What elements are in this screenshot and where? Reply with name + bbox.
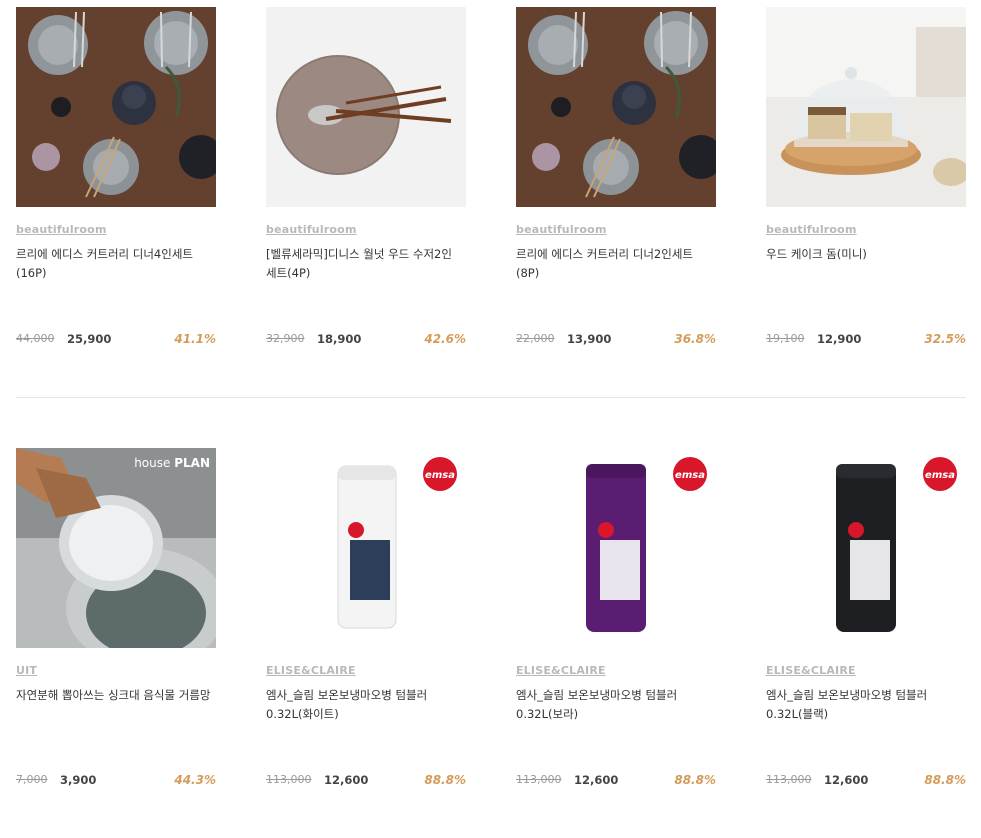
discount-rate: 36.8% [674, 332, 716, 346]
discount-rate: 44.3% [174, 773, 216, 787]
product-card[interactable]: emsa ELISE&CLAIRE 엠사_슬림 보온보냉마오병 텀블러 0.32… [516, 448, 716, 798]
product-name[interactable]: 르리에 에디스 커트러리 디너2인세트 (8P) [516, 245, 716, 283]
sale-price: 18,900 [317, 332, 362, 346]
sale-price: 12,900 [817, 332, 862, 346]
sale-price: 3,900 [60, 773, 97, 787]
product-row-2: house PLAN UIT 자연분해 뽑아쓰는 싱크대 음식물 거름망 7,0… [16, 448, 966, 838]
product-name[interactable]: 르리에 에디스 커트러리 디너4인세트 (16P) [16, 245, 216, 283]
svg-text:emsa: emsa [925, 470, 955, 481]
product-brand[interactable]: beautifulroom [16, 223, 107, 236]
product-card[interactable]: beautifulroom 우드 케이크 돔(미니) 19,100 12,900… [766, 7, 966, 357]
sale-price: 12,600 [324, 773, 369, 787]
original-price: 113,000 [266, 773, 312, 786]
product-image[interactable] [266, 7, 466, 207]
product-prices: 22,000 13,900 36.8% [516, 332, 716, 350]
discount-rate: 32.5% [924, 332, 966, 346]
product-image[interactable] [516, 7, 716, 207]
original-price: 113,000 [766, 773, 812, 786]
sale-price: 12,600 [824, 773, 869, 787]
original-price: 32,900 [266, 332, 305, 345]
product-prices: 113,000 12,600 88.8% [516, 773, 716, 791]
product-name[interactable]: [벨류세라믹]디니스 월넛 우드 수저2인 세트(4P) [266, 245, 466, 283]
product-brand[interactable]: ELISE&CLAIRE [516, 664, 606, 677]
product-row-1: beautifulroom 르리에 에디스 커트러리 디너4인세트 (16P) … [16, 7, 966, 397]
product-image[interactable]: emsa [516, 448, 716, 648]
original-price: 7,000 [16, 773, 48, 786]
product-brand[interactable]: beautifulroom [516, 223, 607, 236]
original-price: 22,000 [516, 332, 555, 345]
original-price: 113,000 [516, 773, 562, 786]
product-prices: 113,000 12,600 88.8% [766, 773, 966, 791]
discount-rate: 88.8% [424, 773, 466, 787]
svg-text:emsa: emsa [675, 470, 705, 481]
product-name[interactable]: 엠사_슬림 보온보냉마오병 텀블러 0.32L(블랙) [766, 686, 966, 724]
product-card[interactable]: emsa ELISE&CLAIRE 엠사_슬림 보온보냉마오병 텀블러 0.32… [766, 448, 966, 798]
product-card[interactable]: beautifulroom 르리에 에디스 커트러리 디너4인세트 (16P) … [16, 7, 216, 357]
product-brand[interactable]: ELISE&CLAIRE [766, 664, 856, 677]
product-image[interactable]: emsa [766, 448, 966, 648]
product-brand[interactable]: beautifulroom [266, 223, 357, 236]
svg-text:emsa: emsa [425, 470, 455, 481]
discount-rate: 88.8% [674, 773, 716, 787]
product-prices: 19,100 12,900 32.5% [766, 332, 966, 350]
sale-price: 13,900 [567, 332, 612, 346]
sale-price: 12,600 [574, 773, 619, 787]
product-image[interactable]: house PLAN [16, 448, 216, 648]
product-brand[interactable]: ELISE&CLAIRE [266, 664, 356, 677]
discount-rate: 88.8% [924, 773, 966, 787]
house-plan-watermark: house PLAN [134, 456, 210, 470]
product-prices: 44,000 25,900 41.1% [16, 332, 216, 350]
watermark-text: house [134, 456, 171, 470]
discount-rate: 42.6% [424, 332, 466, 346]
product-brand[interactable]: UIT [16, 664, 37, 677]
product-prices: 113,000 12,600 88.8% [266, 773, 466, 791]
original-price: 19,100 [766, 332, 805, 345]
product-card[interactable]: beautifulroom 르리에 에디스 커트러리 디너2인세트 (8P) 2… [516, 7, 716, 357]
product-card[interactable]: beautifulroom [벨류세라믹]디니스 월넛 우드 수저2인 세트(4… [266, 7, 466, 357]
row-divider [16, 397, 966, 398]
product-prices: 7,000 3,900 44.3% [16, 773, 216, 791]
product-image[interactable] [16, 7, 216, 207]
watermark-bold-text: PLAN [174, 456, 210, 470]
discount-rate: 41.1% [174, 332, 216, 346]
product-card[interactable]: emsa ELISE&CLAIRE 엠사_슬림 보온보냉마오병 텀블러 0.32… [266, 448, 466, 798]
sale-price: 25,900 [67, 332, 112, 346]
product-name[interactable]: 우드 케이크 돔(미니) [766, 245, 966, 264]
product-prices: 32,900 18,900 42.6% [266, 332, 466, 350]
product-image[interactable]: emsa [266, 448, 466, 648]
product-name[interactable]: 엠사_슬림 보온보냉마오병 텀블러 0.32L(보라) [516, 686, 716, 724]
product-name[interactable]: 자연분해 뽑아쓰는 싱크대 음식물 거름망 [16, 686, 216, 705]
product-brand[interactable]: beautifulroom [766, 223, 857, 236]
product-name[interactable]: 엠사_슬림 보온보냉마오병 텀블러 0.32L(화이트) [266, 686, 466, 724]
product-image[interactable] [766, 7, 966, 207]
original-price: 44,000 [16, 332, 55, 345]
product-card[interactable]: house PLAN UIT 자연분해 뽑아쓰는 싱크대 음식물 거름망 7,0… [16, 448, 216, 798]
